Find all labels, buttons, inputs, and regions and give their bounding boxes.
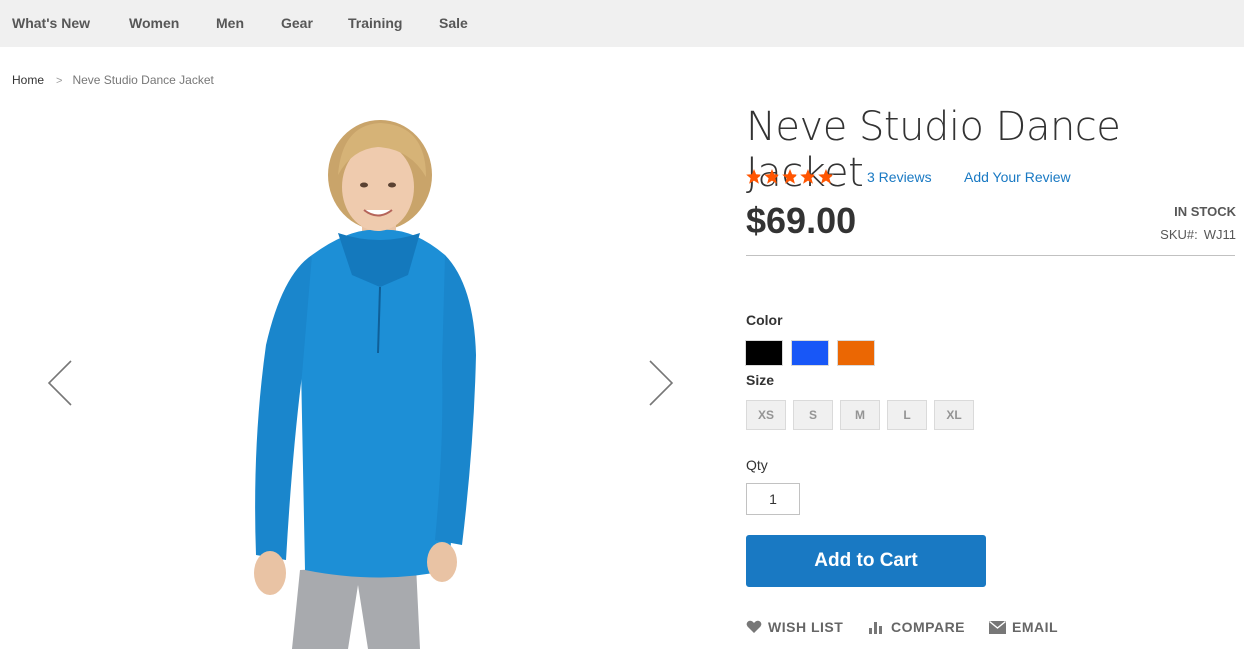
sku-info: SKU#: WJ11 (1160, 227, 1236, 242)
breadcrumb-home-link[interactable]: Home (12, 73, 44, 87)
rating-summary (746, 166, 836, 186)
compare-link[interactable]: COMPARE (869, 619, 965, 635)
nav-item-whats-new[interactable]: What's New (12, 15, 90, 31)
stock-status: IN STOCK (1174, 204, 1236, 219)
breadcrumb-separator-icon: > (56, 75, 63, 87)
product-price: $69.00 (746, 200, 857, 241)
heart-icon (746, 620, 762, 633)
nav-item-sale[interactable]: Sale (439, 15, 468, 31)
envelope-icon (989, 620, 1006, 634)
gallery-prev-button[interactable] (45, 358, 75, 408)
divider (746, 255, 1235, 256)
size-option-s[interactable]: S (793, 400, 833, 430)
email-link[interactable]: EMAIL (989, 619, 1058, 635)
wish-list-label: WISH LIST (768, 619, 844, 635)
compare-label: COMPARE (891, 619, 966, 635)
add-review-link[interactable]: Add Your Review (964, 169, 1071, 185)
wish-list-link[interactable]: WISH LIST (746, 619, 843, 635)
nav-item-men[interactable]: Men (216, 15, 244, 31)
bar-chart-icon (869, 622, 882, 634)
color-swatch-orange[interactable] (837, 340, 875, 366)
breadcrumb-current: Neve Studio Dance Jacket (72, 73, 214, 87)
size-option-xl[interactable]: XL (934, 400, 974, 430)
email-label: EMAIL (1012, 619, 1059, 635)
nav-item-training[interactable]: Training (348, 15, 402, 31)
size-option-xs[interactable]: XS (746, 400, 786, 430)
color-swatch-blue[interactable] (791, 340, 829, 366)
product-gallery (0, 100, 720, 649)
nav-item-gear[interactable]: Gear (281, 15, 313, 31)
rating-stars-icon (746, 169, 834, 184)
qty-label: Qty (746, 457, 768, 473)
breadcrumb: Home > Neve Studio Dance Jacket (12, 73, 214, 87)
product-image (254, 120, 476, 649)
gallery-next-button[interactable] (646, 358, 676, 408)
qty-input[interactable]: 1 (746, 483, 800, 515)
size-option-l[interactable]: L (887, 400, 927, 430)
size-label: Size (746, 372, 775, 388)
chevron-left-icon (47, 360, 72, 406)
add-to-cart-button[interactable]: Add to Cart (746, 535, 986, 587)
top-navigation: What's New Women Men Gear Training Sale (0, 0, 1244, 47)
color-label: Color (746, 312, 783, 328)
reviews-link[interactable]: 3 Reviews (867, 169, 932, 185)
sku-label: SKU#: (1160, 227, 1198, 242)
nav-item-women[interactable]: Women (129, 15, 179, 31)
chevron-right-icon (649, 360, 674, 406)
size-option-m[interactable]: M (840, 400, 880, 430)
color-swatch-black[interactable] (745, 340, 783, 366)
sku-value: WJ11 (1203, 227, 1236, 242)
